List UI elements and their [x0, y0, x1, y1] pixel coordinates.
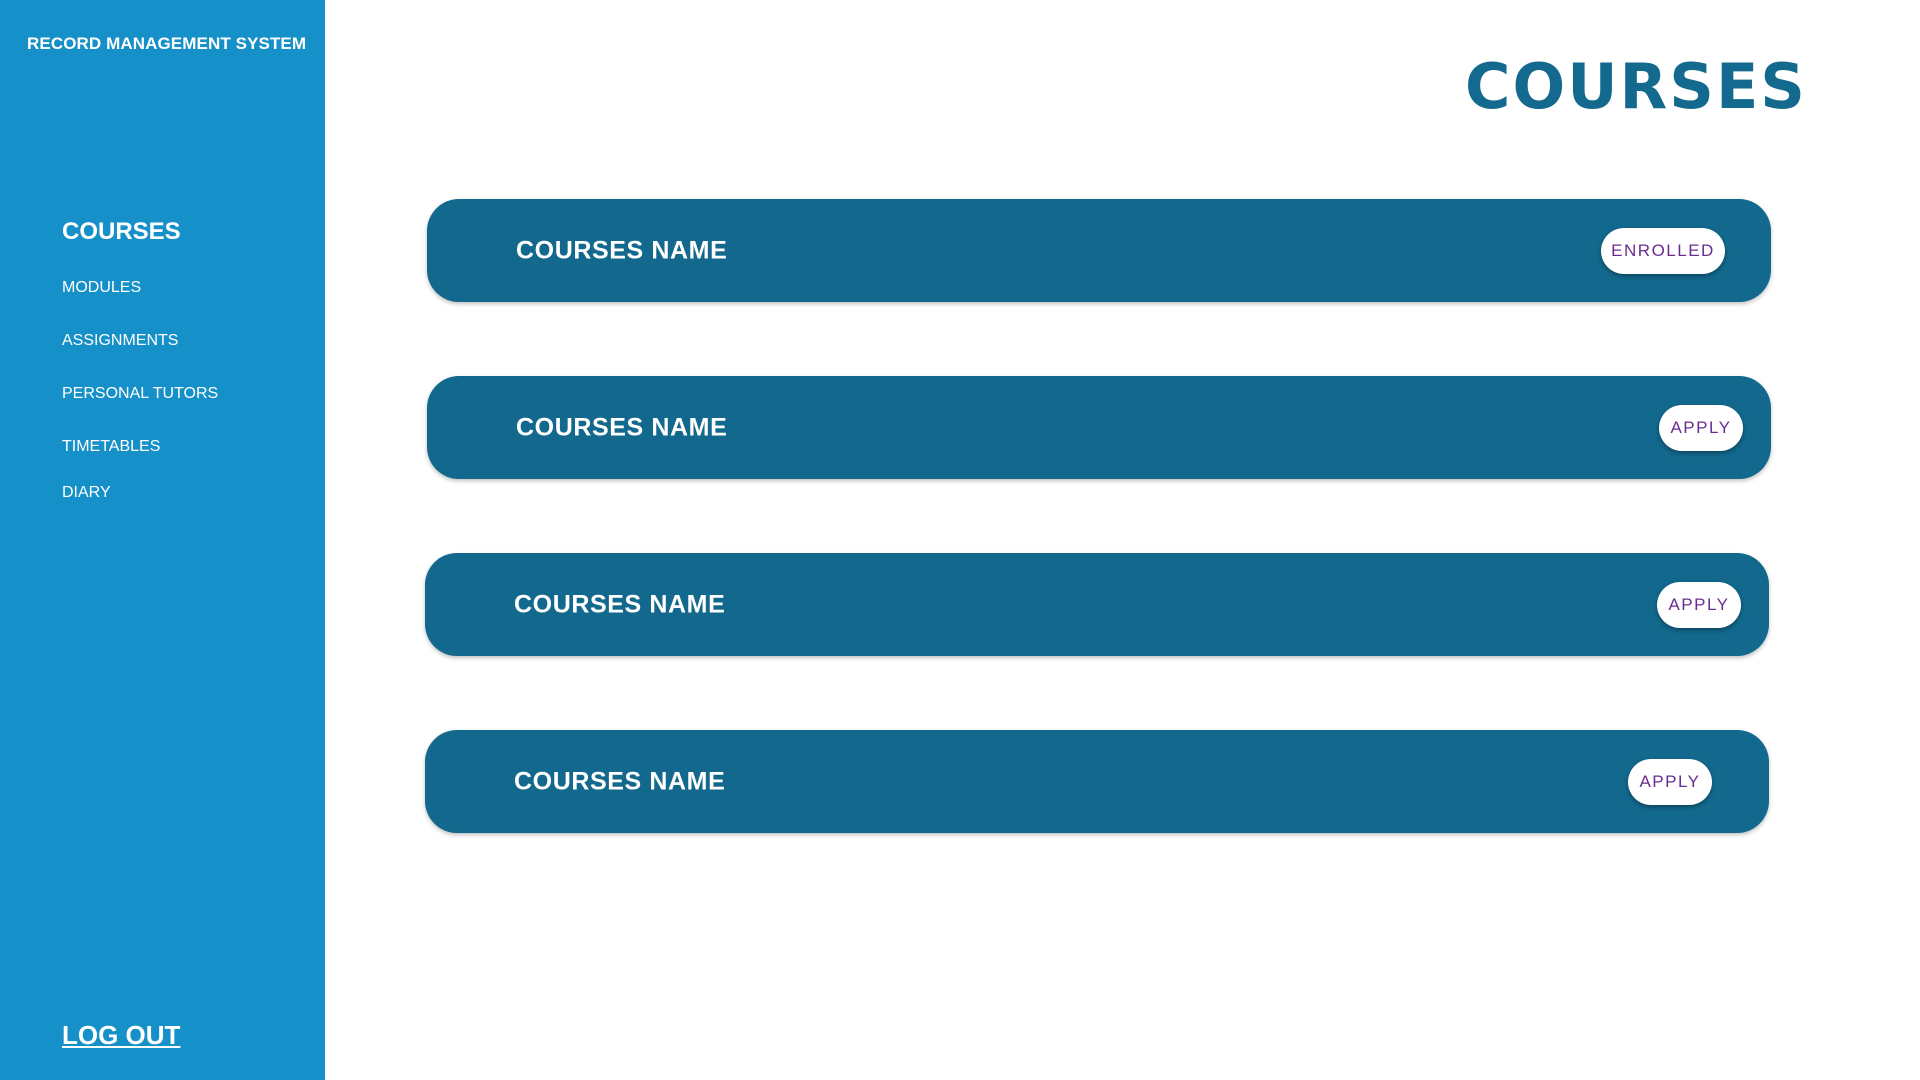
app-root: RECORD MANAGEMENT SYSTEM COURSES MODULES… [0, 0, 1920, 1080]
apply-button[interactable]: APPLY [1659, 404, 1743, 451]
sidebar-item-timetables[interactable]: TIMETABLES [62, 438, 160, 456]
sidebar: RECORD MANAGEMENT SYSTEM COURSES MODULES… [0, 0, 325, 1080]
course-name: COURSES NAME [516, 413, 728, 441]
course-card: COURSES NAME APPLY [427, 376, 1771, 479]
apply-button[interactable]: APPLY [1657, 581, 1741, 628]
main-content: COURSES COURSES NAME ENROLLED COURSES NA… [325, 0, 1920, 1080]
sidebar-item-diary[interactable]: DIARY [62, 484, 111, 502]
sidebar-item-personal-tutors[interactable]: PERSONAL TUTORS [62, 385, 218, 403]
apply-button[interactable]: APPLY [1628, 758, 1712, 805]
course-name: COURSES NAME [514, 767, 726, 795]
app-title: RECORD MANAGEMENT SYSTEM [27, 34, 307, 53]
course-name: COURSES NAME [516, 236, 728, 264]
sidebar-item-courses[interactable]: COURSES [62, 218, 181, 246]
course-card: COURSES NAME APPLY [425, 730, 1769, 833]
logout-link[interactable]: LOG OUT [62, 1020, 180, 1051]
page-title: COURSES [1465, 50, 1807, 123]
enrolled-button[interactable]: ENROLLED [1601, 227, 1725, 274]
course-card: COURSES NAME ENROLLED [427, 199, 1771, 302]
sidebar-item-assignments[interactable]: ASSIGNMENTS [62, 332, 178, 350]
course-card: COURSES NAME APPLY [425, 553, 1769, 656]
sidebar-item-modules[interactable]: MODULES [62, 279, 141, 297]
course-name: COURSES NAME [514, 590, 726, 618]
